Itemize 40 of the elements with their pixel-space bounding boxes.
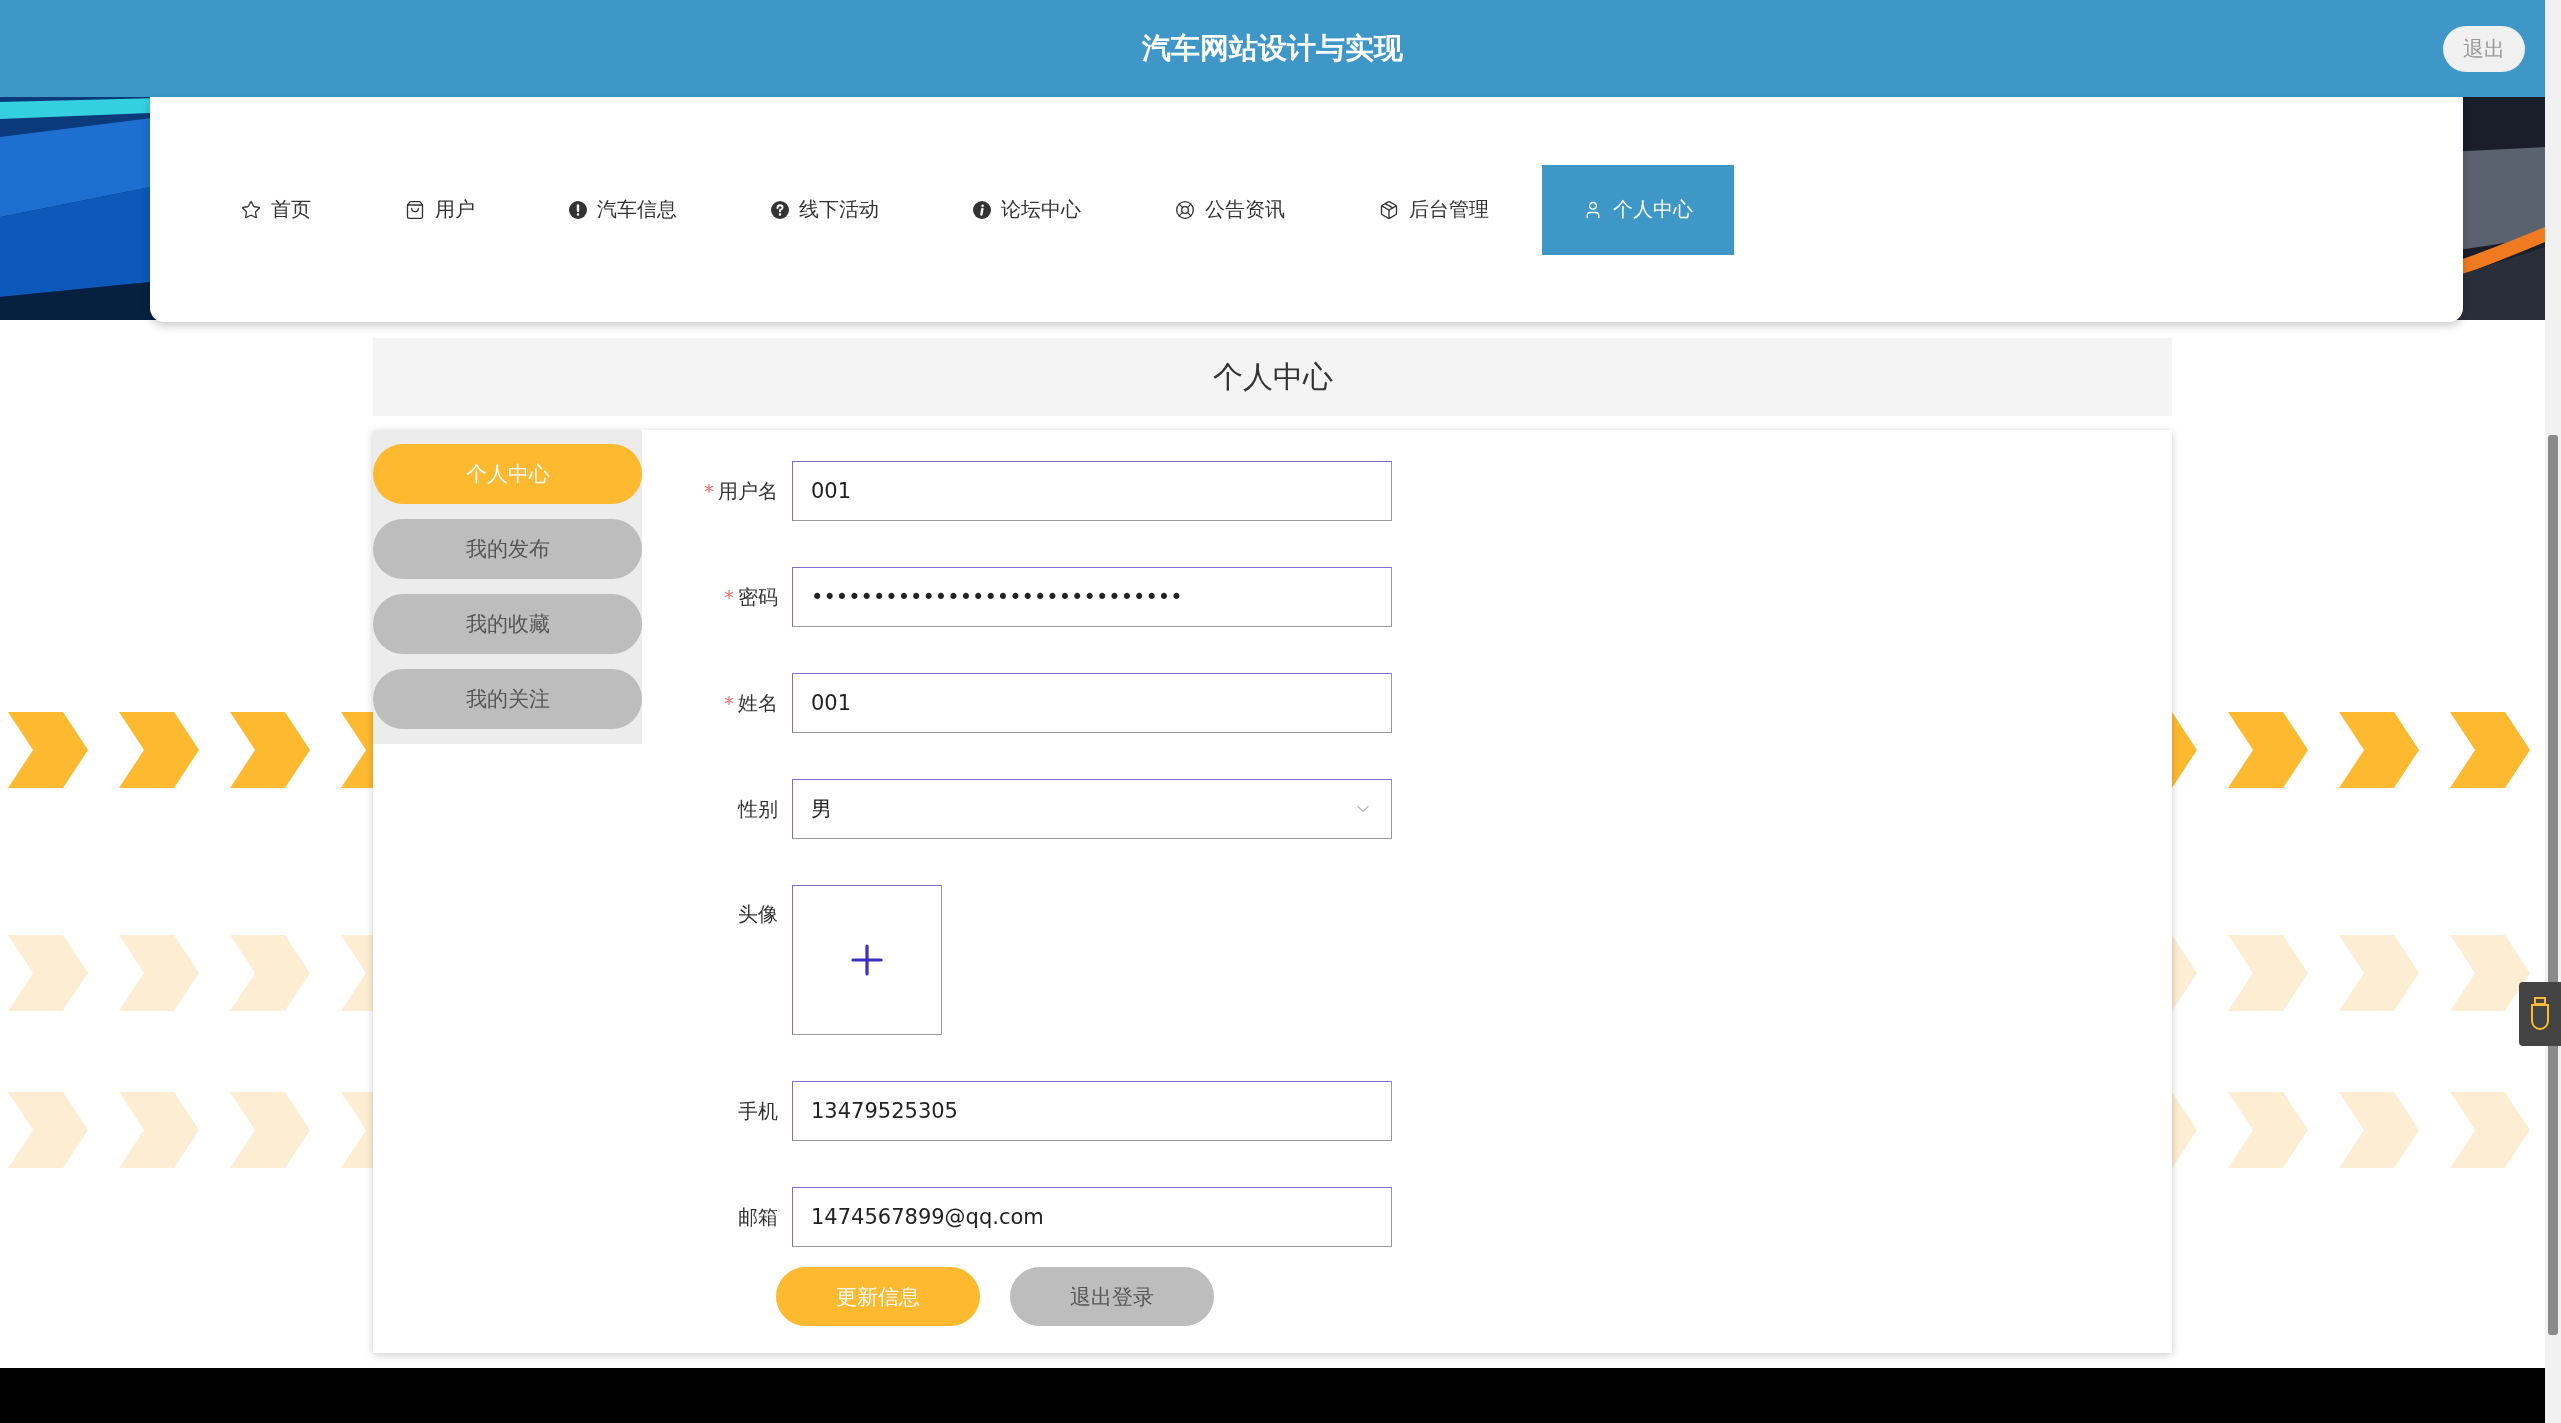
side-menu-item[interactable]: 我的收藏 (373, 594, 642, 654)
field-label: 头像 (738, 901, 778, 928)
page-title: 个人中心 (373, 338, 2172, 416)
lifebuoy-icon (1175, 199, 1195, 220)
required-mark: * (724, 691, 734, 715)
logout-button[interactable]: 退出登录 (1010, 1267, 1214, 1326)
nav-tab[interactable]: 论坛中心 (932, 164, 1122, 255)
nav-tab[interactable]: 公告资讯 (1134, 164, 1326, 255)
required-mark: * (704, 479, 714, 503)
help-icon (771, 200, 789, 219)
site-title: 汽车网站设计与实现 (1142, 29, 1403, 67)
field-label: 手机 (738, 1097, 778, 1125)
upload-box[interactable] (792, 885, 942, 1035)
field-label: 密码 (738, 583, 778, 611)
input-field[interactable]: 1474567899@qq.com (792, 1187, 1392, 1247)
bag-icon (405, 199, 425, 220)
field-label: 用户名 (718, 477, 778, 505)
select-field[interactable]: 男 (792, 779, 1392, 839)
side-menu-item[interactable]: 我的关注 (373, 669, 642, 729)
field-label: 姓名 (738, 689, 778, 717)
input-field[interactable]: 001 (792, 673, 1392, 733)
nav-tab[interactable]: 汽车信息 (528, 164, 718, 255)
input-field[interactable]: •••••••••••••••••••••••••••••• (792, 567, 1392, 627)
field-label: 性别 (738, 795, 778, 823)
input-field[interactable]: 13479525305 (792, 1081, 1392, 1141)
star-icon (241, 199, 261, 220)
package-icon (1379, 199, 1399, 220)
usb-drive-icon (2530, 997, 2550, 1031)
side-menu-item[interactable]: 我的发布 (373, 519, 642, 579)
usb-widget[interactable] (2519, 982, 2561, 1046)
required-mark: * (724, 585, 734, 609)
nav-tab[interactable]: 线下活动 (730, 164, 920, 255)
input-field[interactable]: 001 (792, 461, 1392, 521)
info-icon (973, 200, 991, 219)
nav-tab[interactable]: 首页 (200, 164, 352, 255)
scrollbar[interactable] (2545, 0, 2561, 1423)
field-label: 邮箱 (738, 1203, 778, 1231)
alert-icon (569, 200, 587, 219)
nav-tab[interactable]: 用户 (364, 164, 516, 255)
nav-tab[interactable]: 后台管理 (1338, 164, 1530, 255)
